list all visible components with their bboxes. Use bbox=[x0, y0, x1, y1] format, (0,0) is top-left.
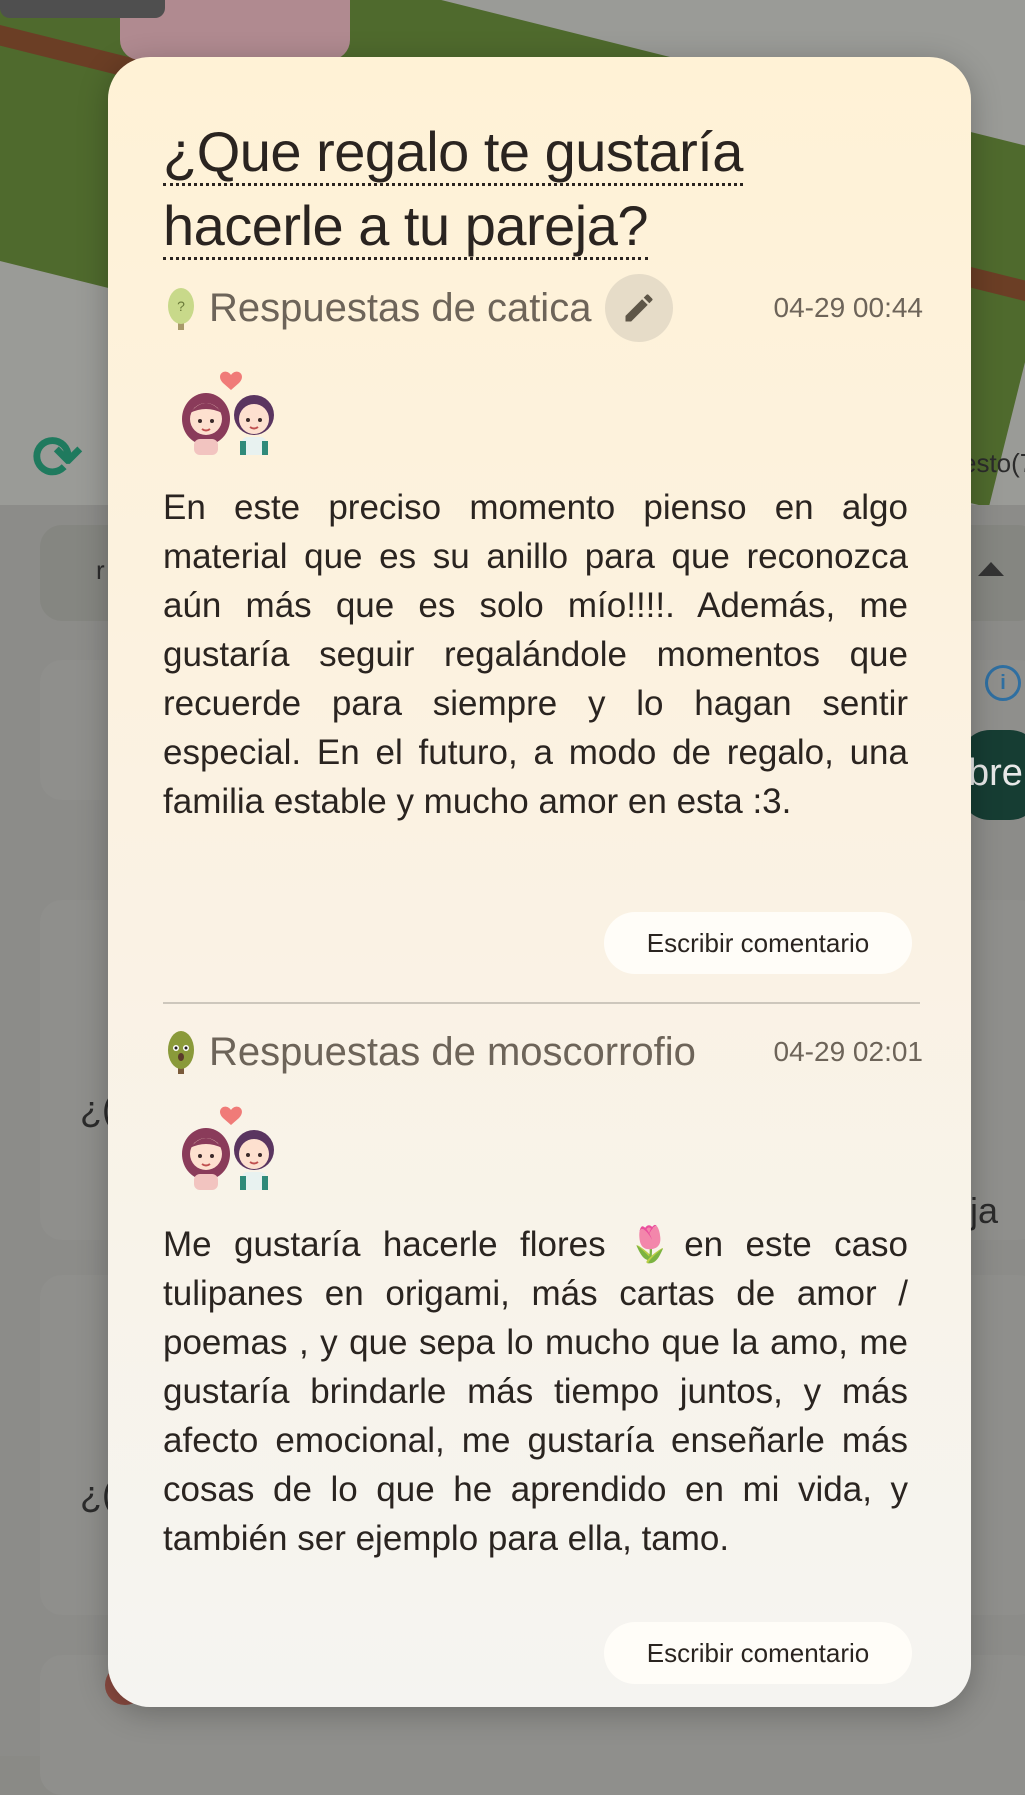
couple-icon bbox=[182, 371, 274, 455]
answer-date: 04-29 00:44 bbox=[773, 292, 923, 323]
edit-answer-button[interactable] bbox=[605, 274, 674, 342]
couple-icon bbox=[182, 1106, 274, 1190]
answers-modal: ¿Que regalo te gustaría hacerle a tu par… bbox=[108, 57, 971, 1707]
answer-author: Respuestas de moscorrofio bbox=[209, 1029, 696, 1074]
pencil-icon bbox=[625, 294, 653, 322]
answer-text: En este preciso momento pienso en algo m… bbox=[163, 488, 908, 821]
collapse-caret-icon[interactable] bbox=[978, 562, 1004, 576]
info-icon[interactable]: i bbox=[985, 665, 1021, 701]
background-text-right: ja bbox=[970, 1190, 999, 1231]
answer-text: Me gustaría hacerle flores 🌷en este caso… bbox=[163, 1225, 908, 1558]
olive-tree-icon bbox=[168, 1031, 194, 1074]
svg-text:?: ? bbox=[177, 298, 185, 314]
answer-date: 04-29 02:01 bbox=[773, 1036, 923, 1067]
answer-header: ? Respuestas de catica 04-29 00:44 bbox=[163, 274, 923, 342]
background-label-right: esto(7 bbox=[962, 448, 1025, 478]
answer-author: Respuestas de catica bbox=[209, 285, 592, 330]
question-title: ¿Que regalo te gustaría hacerle a tu par… bbox=[163, 115, 923, 263]
background-top-chip bbox=[0, 0, 165, 18]
write-comment-button[interactable]: Escribir comentario bbox=[604, 912, 912, 974]
write-comment-button[interactable]: Escribir comentario bbox=[604, 1622, 912, 1684]
sapling-icon: ? bbox=[168, 288, 194, 330]
answers-divider bbox=[163, 1002, 920, 1004]
refresh-icon[interactable]: ⟳ bbox=[32, 428, 102, 488]
answer-header: Respuestas de moscorrofio 04-29 02:01 bbox=[163, 1022, 923, 1082]
